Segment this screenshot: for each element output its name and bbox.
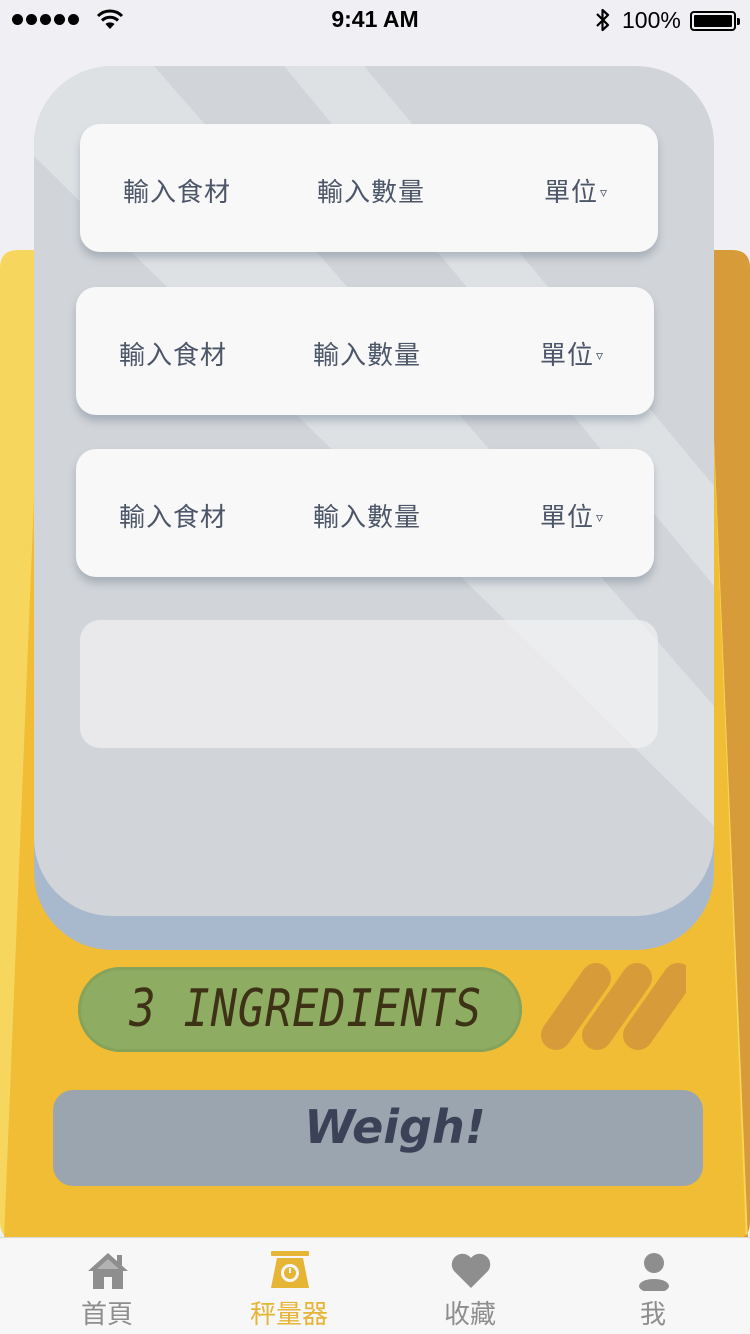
ingredient-row: 輸入食材 輸入數量 單位 ▿ <box>76 287 654 415</box>
battery-percent: 100% <box>622 7 681 33</box>
ingredient-quantity-input[interactable]: 輸入數量 <box>317 172 425 209</box>
unit-dropdown[interactable]: 單位 ▿ <box>540 497 604 534</box>
tab-scale[interactable]: 秤量器 <box>229 1238 349 1334</box>
weigh-button-label: Weigh! <box>304 1100 486 1154</box>
unit-dropdown[interactable]: 單位 ▿ <box>540 335 604 372</box>
unit-dropdown[interactable]: 單位 ▿ <box>544 172 608 209</box>
ingredient-name-input[interactable]: 輸入食材 <box>119 497 227 534</box>
scale-icon <box>271 1251 309 1288</box>
tab-home-label: 首頁 <box>80 1300 133 1330</box>
bluetooth-icon <box>596 8 610 32</box>
unit-label: 單位 <box>540 503 595 533</box>
heart-icon <box>451 1253 491 1288</box>
chevron-down-icon: ▿ <box>596 510 605 526</box>
tab-scale-label: 秤量器 <box>249 1300 328 1330</box>
tab-favorites-label: 收藏 <box>443 1300 496 1330</box>
chevron-down-icon: ▿ <box>600 185 609 201</box>
ingredient-quantity-input[interactable]: 輸入數量 <box>313 497 421 534</box>
ingredient-quantity-input[interactable]: 輸入數量 <box>313 335 421 372</box>
speaker-grille <box>541 963 686 1050</box>
tab-me[interactable]: 我 <box>593 1238 713 1334</box>
ingredient-count-readout: 3 INGREDIENTS <box>129 979 483 1039</box>
tab-home[interactable]: 首頁 <box>47 1238 167 1334</box>
ingredient-row: 輸入食材 輸入數量 單位 ▿ <box>76 449 654 577</box>
ingredient-name-input[interactable]: 輸入食材 <box>119 335 227 372</box>
unit-label: 單位 <box>540 341 595 371</box>
battery-icon <box>690 11 740 31</box>
tab-bar: 首頁 秤量器 收藏 我 <box>0 1237 750 1334</box>
add-ingredient-slot[interactable] <box>80 620 658 748</box>
tab-me-label: 我 <box>639 1300 666 1330</box>
status-bar: 9:41 AM 100% <box>0 0 750 40</box>
person-icon <box>639 1253 669 1291</box>
ingredient-row: 輸入食材 輸入數量 單位 ▿ <box>80 124 658 252</box>
weigh-button[interactable]: Weigh! <box>53 1090 703 1186</box>
tab-favorites[interactable]: 收藏 <box>410 1238 530 1334</box>
unit-label: 單位 <box>544 178 599 208</box>
ingredient-name-input[interactable]: 輸入食材 <box>123 172 231 209</box>
lcd-display: 3 INGREDIENTS <box>78 967 522 1052</box>
chevron-down-icon: ▿ <box>596 348 605 364</box>
home-icon <box>88 1253 128 1289</box>
